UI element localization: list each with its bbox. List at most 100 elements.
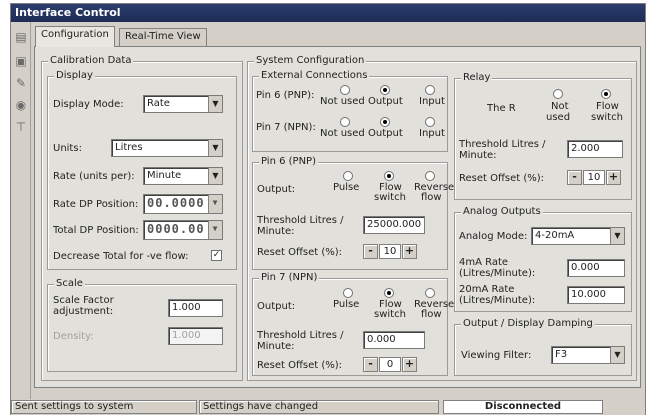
- ext-pin7-input-radio[interactable]: [425, 117, 435, 127]
- scale-factor-input[interactable]: 1.000: [168, 299, 223, 317]
- pin7-threshold-label-2: Minute:: [257, 341, 295, 352]
- decrease-total-checkbox[interactable]: ✓: [211, 250, 222, 261]
- rate-dp-select[interactable]: 00.0000 ▼: [143, 194, 223, 214]
- pin6-title: Pin 6 (PNP): [259, 156, 318, 167]
- pin6-reset-increment-button[interactable]: +: [402, 244, 417, 259]
- pin6-reverse-flow-radio[interactable]: [425, 171, 435, 181]
- relay-reset-label: Reset Offset (%):: [459, 173, 545, 184]
- chevron-down-icon: ▼: [208, 168, 222, 184]
- rate4-label: 4mA Rate: [459, 257, 509, 268]
- ext-pin6-not-used-radio[interactable]: [340, 85, 350, 95]
- pin7-threshold-label: Threshold Litres /: [257, 330, 344, 341]
- system-config-group: System Configuration External Connection…: [247, 55, 637, 381]
- rate20-input[interactable]: 10.000: [567, 286, 625, 304]
- pin6-threshold-input[interactable]: 25000.000: [363, 216, 425, 234]
- document-icon[interactable]: ▤: [14, 30, 28, 44]
- total-dp-label: Total DP Position:: [53, 225, 139, 236]
- chevron-down-icon: ▼: [208, 195, 222, 213]
- play-icon[interactable]: ◉: [14, 98, 28, 112]
- units-label: Units:: [53, 143, 82, 154]
- ext-pin7-opt-not-used: Not used: [320, 128, 365, 139]
- ext-pin7-opt-input: Input: [419, 128, 445, 139]
- analog-title: Analog Outputs: [461, 206, 543, 217]
- left-toolbar: ▤ ▣ ✎ ◉ ⊤: [11, 22, 31, 402]
- pin6-opt-flow-2: flow: [421, 192, 442, 203]
- rate-dp-value: 00.0000: [147, 196, 205, 210]
- pin-icon[interactable]: ⊤: [14, 120, 28, 134]
- pin6-reset-decrement-button[interactable]: -: [363, 244, 378, 259]
- save-icon[interactable]: ▣: [14, 54, 28, 68]
- ext-pin6-opt-not-used: Not used: [320, 96, 365, 107]
- status-sent: Sent settings to system: [11, 400, 197, 414]
- relay-opt-flow: Flow: [596, 101, 619, 112]
- connection-status: Disconnected: [443, 400, 603, 414]
- external-connections-title: External Connections: [259, 70, 370, 81]
- pin6-opt-switch: switch: [374, 192, 406, 203]
- ext-pin7-output-radio[interactable]: [380, 117, 390, 127]
- rate-units-select[interactable]: Minute ▼: [143, 167, 223, 185]
- pin6-flow-switch-radio[interactable]: [384, 171, 394, 181]
- rate4-label-2: (Litres/Minute):: [459, 268, 536, 279]
- units-select[interactable]: Litres ▼: [111, 139, 223, 157]
- display-mode-label: Display Mode:: [53, 99, 124, 110]
- relay-reset-increment-button[interactable]: +: [606, 170, 621, 185]
- ext-pin6-input-radio[interactable]: [425, 85, 435, 95]
- relay-not-used-radio[interactable]: [553, 89, 563, 99]
- analog-mode-label: Analog Mode:: [459, 231, 528, 242]
- relay-flow-switch-radio[interactable]: [601, 89, 611, 99]
- viewing-filter-select[interactable]: F3 ▼: [551, 346, 625, 364]
- total-dp-select[interactable]: 0000.00 ▼: [143, 220, 223, 240]
- pin7-reset-increment-button[interactable]: +: [402, 357, 417, 372]
- ext-pin6-output-radio[interactable]: [380, 85, 390, 95]
- density-input: 1.000: [168, 327, 223, 345]
- total-dp-value: 0000.00: [147, 222, 205, 236]
- damping-group: Output / Display Damping Viewing Filter:…: [454, 318, 632, 376]
- ext-pin7-opt-output: Output: [368, 128, 403, 139]
- pin7-opt-switch: switch: [374, 309, 406, 320]
- pin7-reset-label: Reset Offset (%):: [257, 360, 343, 371]
- rate-dp-label: Rate DP Position:: [53, 199, 139, 210]
- viewing-filter-value: F3: [555, 349, 568, 360]
- status-changed: Settings have changed: [199, 400, 439, 414]
- tool-icon[interactable]: ✎: [14, 76, 28, 90]
- pin7-reset-value[interactable]: 0: [379, 357, 401, 372]
- relay-reset-value[interactable]: 10: [583, 170, 605, 185]
- ext-pin6-label: Pin 6 (PNP):: [256, 90, 315, 101]
- pin6-reset-label: Reset Offset (%):: [257, 247, 343, 258]
- display-mode-select[interactable]: Rate ▼: [143, 95, 223, 113]
- pin7-threshold-input[interactable]: 0.000: [363, 331, 425, 349]
- relay-the-label: The R: [487, 103, 516, 114]
- tab-configuration[interactable]: Configuration: [35, 26, 115, 47]
- pin6-group: Pin 6 (PNP) Output: Pulse Flow switch Re…: [252, 156, 454, 270]
- decrease-total-label: Decrease Total for -ve flow:: [53, 251, 189, 262]
- pin7-reset-decrement-button[interactable]: -: [363, 357, 378, 372]
- pin6-reset-value[interactable]: 10: [379, 244, 401, 259]
- scale-factor-label-2: adjustment:: [53, 306, 114, 317]
- chevron-down-icon: ▼: [208, 221, 222, 239]
- pin7-opt-pulse: Pulse: [333, 299, 360, 310]
- pin7-pulse-radio[interactable]: [343, 288, 353, 298]
- viewing-filter-label: Viewing Filter:: [461, 350, 532, 361]
- system-config-title: System Configuration: [254, 55, 367, 66]
- pin6-threshold-label-2: Minute:: [257, 226, 295, 237]
- chevron-down-icon: ▼: [208, 96, 222, 112]
- tab-real-time-view[interactable]: Real-Time View: [119, 28, 207, 46]
- display-group: Display Display Mode: Rate ▼ Units: Litre…: [47, 70, 237, 270]
- pin7-flow-switch-radio[interactable]: [384, 288, 394, 298]
- analog-mode-select[interactable]: 4-20mA ▼: [531, 227, 625, 245]
- ext-pin6-opt-output: Output: [368, 96, 403, 107]
- chevron-down-icon: ▼: [610, 228, 624, 244]
- chevron-down-icon: ▼: [610, 347, 624, 363]
- relay-opt-used: used: [546, 112, 571, 123]
- ext-pin6-opt-input: Input: [419, 96, 445, 107]
- scale-group: Scale Scale Factor adjustment: 1.000 Den…: [47, 278, 237, 372]
- external-connections-group: External Connections Pin 6 (PNP): Not us…: [252, 70, 448, 152]
- pin6-pulse-radio[interactable]: [343, 171, 353, 181]
- pin7-reverse-flow-radio[interactable]: [425, 288, 435, 298]
- relay-reset-decrement-button[interactable]: -: [567, 170, 582, 185]
- relay-threshold-label: Threshold Litres /: [459, 139, 546, 150]
- rate4-input[interactable]: 0.000: [567, 259, 625, 277]
- ext-pin7-not-used-radio[interactable]: [340, 117, 350, 127]
- relay-group: Relay The R Not used Flow switch Thresho…: [454, 72, 632, 200]
- relay-threshold-input[interactable]: 2.000: [567, 140, 623, 158]
